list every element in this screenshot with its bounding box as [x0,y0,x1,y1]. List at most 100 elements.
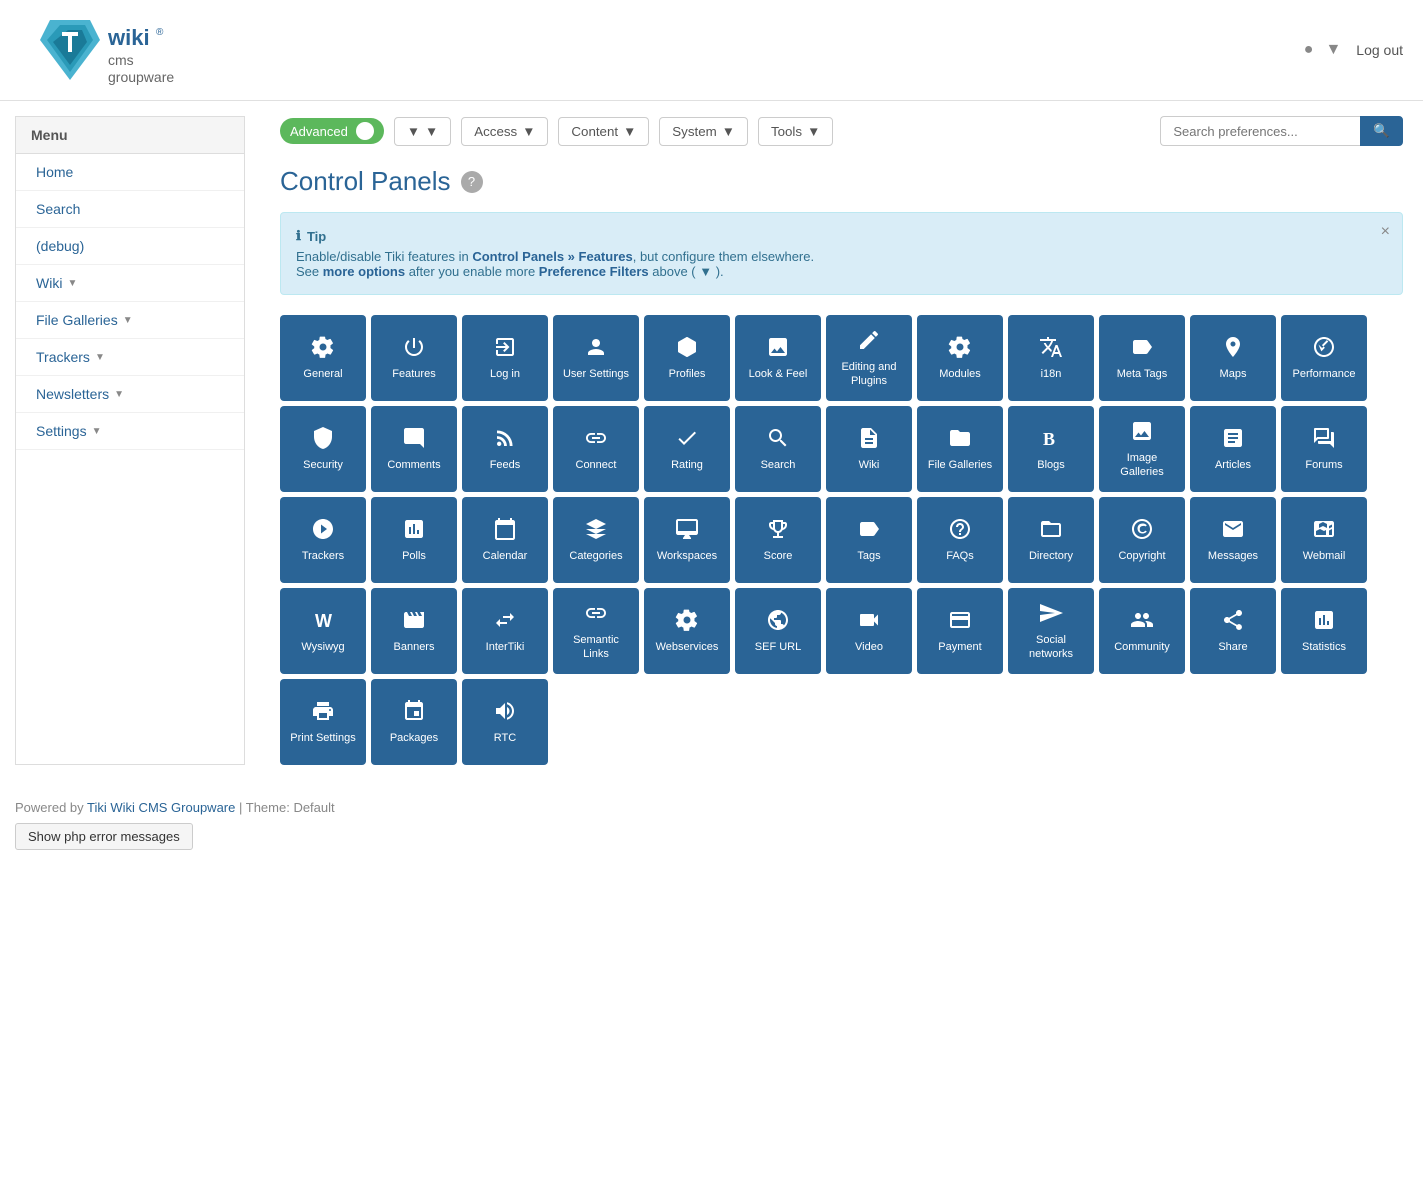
cp-tile-modules[interactable]: Modules [917,315,1003,401]
cp-tile-feeds[interactable]: Feeds [462,406,548,492]
tile-icon [1130,517,1154,545]
cp-tile-connect[interactable]: Connect [553,406,639,492]
cp-tile-wysiwyg[interactable]: W Wysiwyg [280,588,366,674]
cp-tile-sef-url[interactable]: SEF URL [735,588,821,674]
tile-label: Meta Tags [1117,368,1168,381]
tip-text4: after you enable more [405,264,539,279]
cp-tile-webmail[interactable]: Webmail [1281,497,1367,583]
cp-tile-directory[interactable]: Directory [1008,497,1094,583]
cp-tile-log-in[interactable]: Log in [462,315,548,401]
filter-button[interactable]: ▼ ▼ [394,117,451,146]
access-menu[interactable]: Access ▼ [461,117,548,146]
cp-tile-payment[interactable]: Payment [917,588,1003,674]
sidebar-item-settings[interactable]: Settings ▼ [16,413,244,450]
cp-tile-performance[interactable]: Performance [1281,315,1367,401]
footer: Powered by Tiki Wiki CMS Groupware | The… [15,800,1408,850]
cp-tile-banners[interactable]: Banners [371,588,457,674]
tile-icon [402,335,426,363]
cp-tile-social-networks[interactable]: Social networks [1008,588,1094,674]
advanced-toggle[interactable]: Advanced [280,118,384,144]
tile-icon [584,601,608,629]
tile-icon [1312,517,1336,545]
cp-tile-packages[interactable]: Packages [371,679,457,765]
cp-tile-look--feel[interactable]: Look & Feel [735,315,821,401]
circle-icon[interactable]: ● [1304,41,1314,59]
cp-tile-user-settings[interactable]: User Settings [553,315,639,401]
cp-tile-rating[interactable]: Rating [644,406,730,492]
sidebar-item-search[interactable]: Search [16,191,244,228]
cp-tile-search[interactable]: Search [735,406,821,492]
cp-tile-editing-and-plugins[interactable]: Editing and Plugins [826,315,912,401]
tile-label: InterTiki [486,641,525,654]
tile-label: Maps [1220,368,1247,381]
cp-tile-profiles[interactable]: Profiles [644,315,730,401]
cp-tile-community[interactable]: Community [1099,588,1185,674]
cp-tile-statistics[interactable]: Statistics [1281,588,1367,674]
tip-link-more-options[interactable]: more options [323,264,405,279]
sidebar-item-home[interactable]: Home [16,154,244,191]
cp-tile-print-settings[interactable]: Print Settings [280,679,366,765]
cp-tile-intertiki[interactable]: InterTiki [462,588,548,674]
close-icon[interactable]: × [1381,223,1390,241]
cp-tile-wiki[interactable]: Wiki [826,406,912,492]
cp-tile-messages[interactable]: Messages [1190,497,1276,583]
page-title-text: Control Panels [280,166,451,197]
tile-icon [584,426,608,454]
cp-tile-categories[interactable]: Categories [553,497,639,583]
cp-tile-calendar[interactable]: Calendar [462,497,548,583]
chevron-down-icon[interactable]: ▼ [1325,41,1341,59]
sidebar-item-wiki[interactable]: Wiki ▼ [16,265,244,302]
cp-tile-copyright[interactable]: Copyright [1099,497,1185,583]
cp-tile-comments[interactable]: Comments [371,406,457,492]
cp-tile-maps[interactable]: Maps [1190,315,1276,401]
tile-icon: W [311,608,335,636]
cp-tile-semantic-links[interactable]: Semantic Links [553,588,639,674]
system-menu[interactable]: System ▼ [659,117,748,146]
tile-label: Blogs [1037,459,1065,472]
logout-button[interactable]: Log out [1356,42,1403,58]
tile-label: Print Settings [290,732,355,745]
cp-tile-blogs[interactable]: B Blogs [1008,406,1094,492]
cp-tile-share[interactable]: Share [1190,588,1276,674]
cp-tile-file-galleries[interactable]: File Galleries [917,406,1003,492]
tiki-link[interactable]: Tiki Wiki CMS Groupware [87,800,235,815]
tile-icon [1312,335,1336,363]
cp-tile-video[interactable]: Video [826,588,912,674]
tip-link-preference-filters[interactable]: Preference Filters [539,264,649,279]
search-input[interactable] [1160,116,1360,146]
content-label: Content [571,124,618,139]
cp-tile-rtc[interactable]: RTC [462,679,548,765]
cp-tile-forums[interactable]: Forums [1281,406,1367,492]
cp-tile-tags[interactable]: Tags [826,497,912,583]
cp-tile-webservices[interactable]: Webservices [644,588,730,674]
show-errors-button[interactable]: Show php error messages [15,823,193,850]
svg-text:cms: cms [108,52,134,68]
sidebar-item-label: Newsletters [36,386,109,402]
cp-tile-general[interactable]: General [280,315,366,401]
content-menu[interactable]: Content ▼ [558,117,649,146]
cp-tile-articles[interactable]: Articles [1190,406,1276,492]
tip-link-control-panels[interactable]: Control Panels » Features [472,249,632,264]
sidebar-item-newsletters[interactable]: Newsletters ▼ [16,376,244,413]
cp-tile-workspaces[interactable]: Workspaces [644,497,730,583]
tools-menu[interactable]: Tools ▼ [758,117,833,146]
cp-tile-polls[interactable]: Polls [371,497,457,583]
search-button[interactable]: 🔍 [1360,116,1403,146]
filter-icon: ▼ [407,124,420,139]
tile-icon [1312,426,1336,454]
cp-tile-security[interactable]: Security [280,406,366,492]
cp-tile-i18n[interactable]: i18n [1008,315,1094,401]
theme-text: | Theme: Default [239,800,335,815]
tile-icon [1039,335,1063,363]
cp-tile-image-galleries[interactable]: Image Galleries [1099,406,1185,492]
cp-tile-trackers[interactable]: Trackers [280,497,366,583]
cp-tile-faqs[interactable]: FAQs [917,497,1003,583]
cp-tile-features[interactable]: Features [371,315,457,401]
sidebar-item-trackers[interactable]: Trackers ▼ [16,339,244,376]
tile-icon [584,517,608,545]
sidebar-item-file-galleries[interactable]: File Galleries ▼ [16,302,244,339]
cp-tile-meta-tags[interactable]: Meta Tags [1099,315,1185,401]
sidebar-item-debug[interactable]: (debug) [16,228,244,265]
cp-tile-score[interactable]: Score [735,497,821,583]
help-icon[interactable]: ? [461,171,483,193]
